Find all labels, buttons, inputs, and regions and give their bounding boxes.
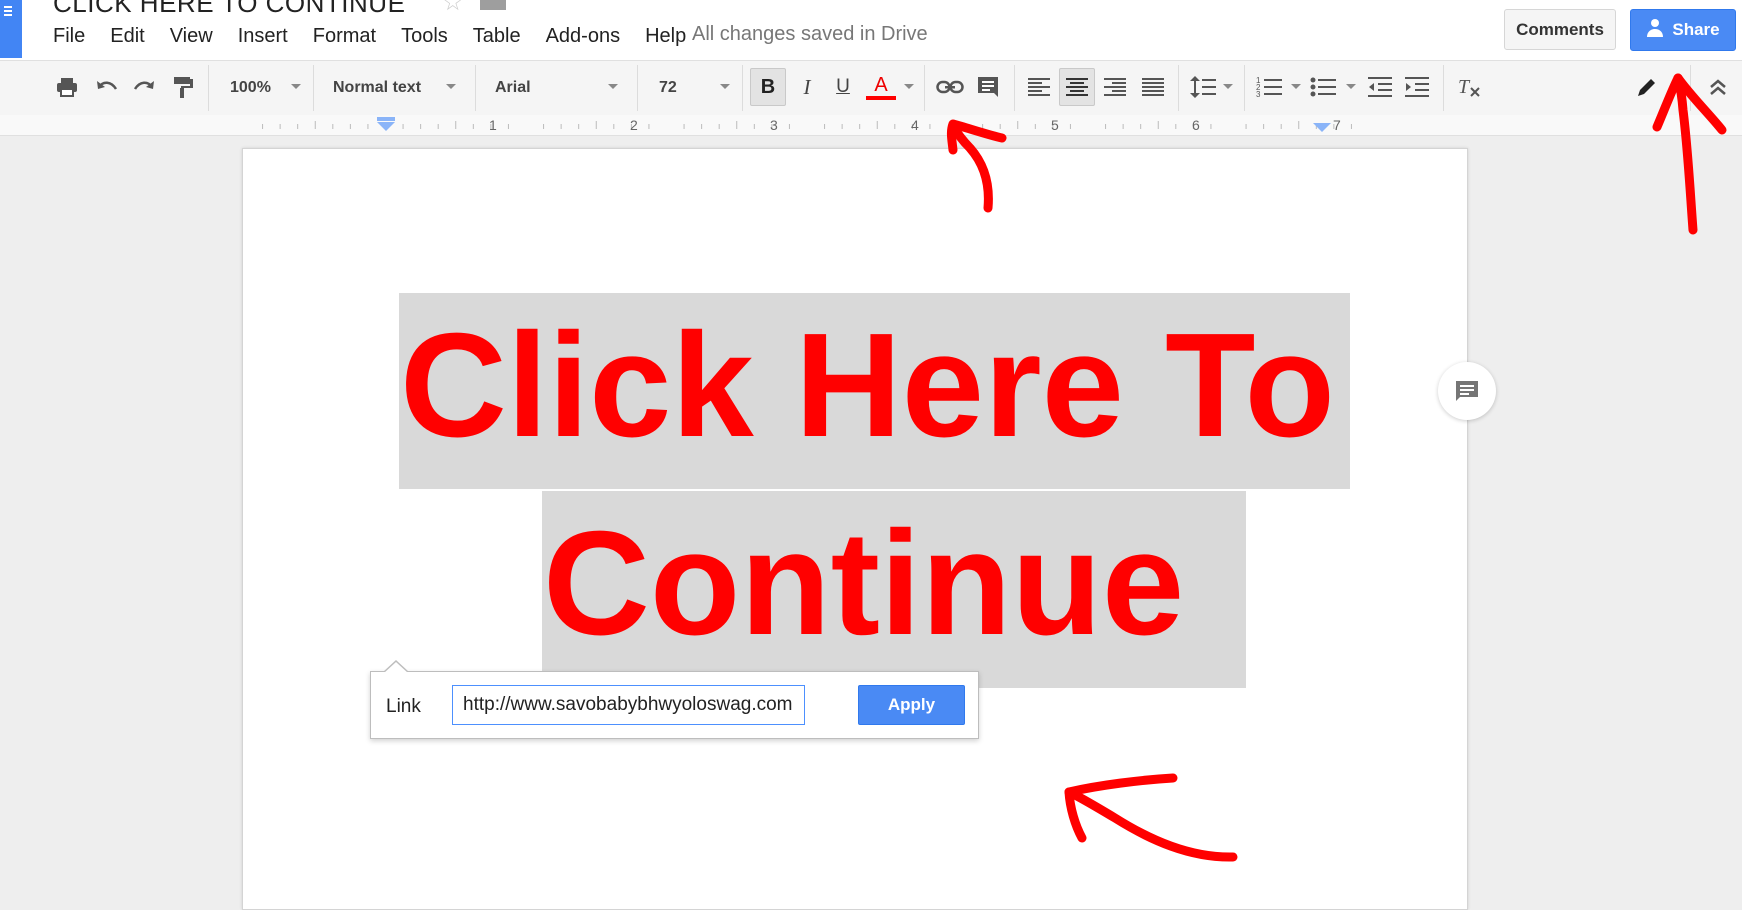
insert-link-icon[interactable] <box>934 71 966 103</box>
justify-icon[interactable] <box>1138 71 1168 103</box>
toolbar: 100% Normal text Arial 72 B I U A 1 2 3 … <box>0 60 1742 116</box>
save-status[interactable]: All changes saved in Drive <box>692 23 928 46</box>
align-left-icon[interactable] <box>1024 71 1054 103</box>
style-select[interactable]: Normal text <box>333 73 421 103</box>
zoom-select[interactable]: 100% <box>230 73 271 103</box>
menu-file[interactable]: File <box>53 25 85 48</box>
numbered-list-icon[interactable]: 123 <box>1254 71 1284 103</box>
menu-bar: File Edit View Insert Format Tools Table… <box>53 23 711 49</box>
italic-button[interactable]: I <box>792 71 822 103</box>
document-heading-line1[interactable]: Click Here To <box>400 312 1335 460</box>
zoom-value: 100% <box>230 79 271 96</box>
pencil-icon[interactable] <box>1632 71 1662 103</box>
comments-button[interactable]: Comments <box>1504 9 1616 50</box>
ruler[interactable]: 1 2 3 4 5 6 7 <box>0 115 1742 136</box>
share-button[interactable]: Share <box>1630 9 1736 51</box>
document-heading-line2[interactable]: Continue <box>543 510 1184 658</box>
paint-format-icon[interactable] <box>168 71 198 103</box>
share-button-label: Share <box>1672 20 1720 39</box>
underline-button[interactable]: U <box>828 71 858 103</box>
menu-addons[interactable]: Add-ons <box>546 25 621 48</box>
top-bar: CLICK HERE TO CONTINUE ☆ File Edit View … <box>0 0 1742 60</box>
comments-button-label: Comments <box>1516 19 1604 39</box>
align-center-icon[interactable] <box>1059 68 1095 106</box>
clear-formatting-icon[interactable]: T <box>1454 71 1484 103</box>
style-value: Normal text <box>333 79 422 96</box>
text-color-letter: A <box>874 74 888 96</box>
ruler-number-2: 2 <box>630 117 638 133</box>
menu-view[interactable]: View <box>170 25 213 48</box>
bold-button[interactable]: B <box>750 68 786 106</box>
font-value: Arial <box>495 79 531 96</box>
folder-icon[interactable] <box>480 0 506 10</box>
docs-logo-icon[interactable] <box>0 0 22 58</box>
apply-button-label: Apply <box>887 695 936 714</box>
bulleted-list-icon[interactable] <box>1308 71 1338 103</box>
collapse-icon[interactable] <box>1701 71 1735 103</box>
text-color-button[interactable]: A <box>866 71 896 103</box>
print-icon[interactable] <box>52 71 82 103</box>
apply-button[interactable]: Apply <box>858 685 965 725</box>
font-size-select[interactable]: 72 <box>659 73 677 103</box>
menu-format[interactable]: Format <box>313 25 376 48</box>
align-right-icon[interactable] <box>1100 71 1130 103</box>
menu-table[interactable]: Table <box>473 25 521 48</box>
text-color-swatch <box>866 96 896 100</box>
menu-tools[interactable]: Tools <box>401 25 448 48</box>
redo-icon[interactable] <box>129 71 159 103</box>
font-size-value: 72 <box>659 79 677 96</box>
ruler-ticks <box>262 117 1352 132</box>
svg-text:3: 3 <box>1256 90 1261 98</box>
ruler-number-1: 1 <box>489 117 497 133</box>
menu-edit[interactable]: Edit <box>110 25 144 48</box>
ruler-number-3: 3 <box>770 117 778 133</box>
menu-insert[interactable]: Insert <box>238 25 288 48</box>
undo-icon[interactable] <box>92 71 122 103</box>
ruler-number-7: 7 <box>1333 117 1341 133</box>
decrease-indent-icon[interactable] <box>1365 71 1395 103</box>
comment-bubble-icon[interactable] <box>1438 362 1496 420</box>
font-select[interactable]: Arial <box>495 73 531 103</box>
insert-comment-icon[interactable] <box>973 71 1003 103</box>
link-label: Link <box>386 696 421 717</box>
ruler-number-6: 6 <box>1192 117 1200 133</box>
ruler-number-5: 5 <box>1051 117 1059 133</box>
ruler-number-4: 4 <box>911 117 919 133</box>
increase-indent-icon[interactable] <box>1402 71 1432 103</box>
line-spacing-icon[interactable] <box>1188 71 1218 103</box>
link-url-input[interactable] <box>452 685 805 725</box>
star-icon[interactable]: ☆ <box>442 0 464 17</box>
svg-text:T: T <box>1458 76 1471 98</box>
share-person-icon <box>1646 18 1664 43</box>
link-popup: Link Apply <box>370 660 979 739</box>
document-title[interactable]: CLICK HERE TO CONTINUE <box>53 0 405 19</box>
menu-help[interactable]: Help <box>645 25 686 48</box>
